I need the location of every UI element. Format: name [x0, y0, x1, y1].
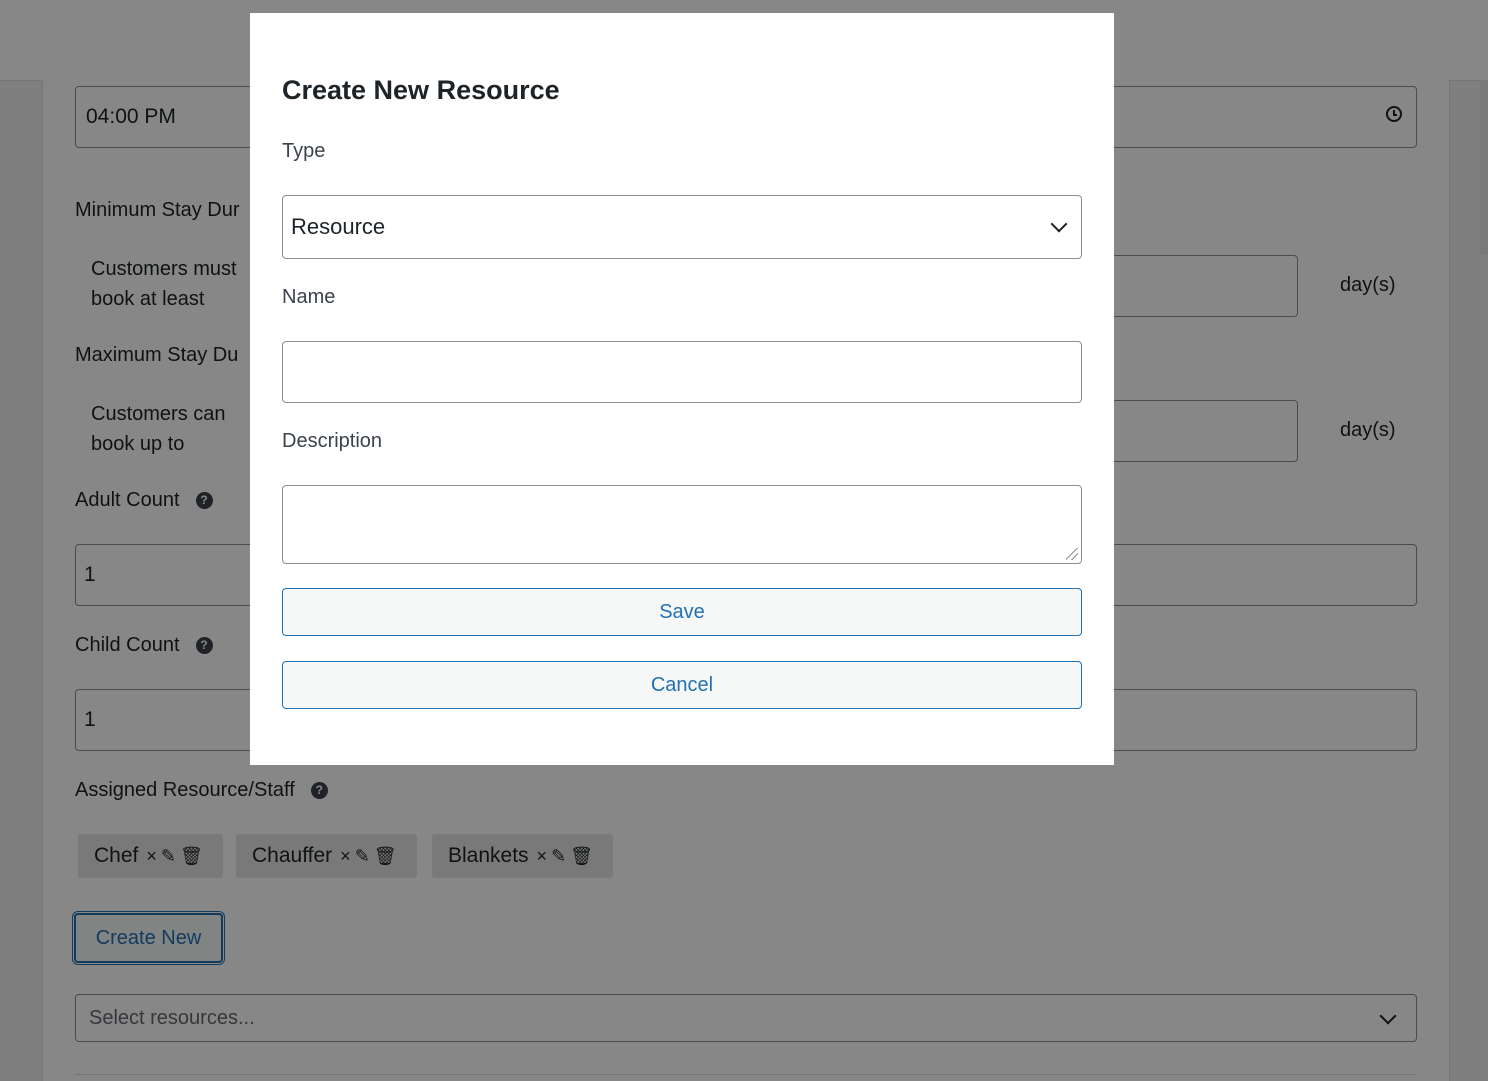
- name-label: Name: [282, 286, 336, 308]
- name-input[interactable]: [282, 341, 1082, 403]
- save-button[interactable]: Save: [282, 588, 1082, 636]
- type-select[interactable]: Resource: [282, 195, 1082, 259]
- resize-handle-icon[interactable]: [1066, 548, 1078, 560]
- cancel-button[interactable]: Cancel: [282, 661, 1082, 709]
- type-select-value: Resource: [291, 214, 386, 239]
- chevron-down-icon: [1050, 215, 1068, 233]
- description-label: Description: [282, 430, 383, 452]
- create-resource-modal: Create New Resource Type Resource Name D…: [250, 13, 1114, 765]
- type-label: Type: [282, 140, 326, 162]
- modal-title: Create New Resource: [282, 75, 560, 105]
- description-textarea[interactable]: [282, 485, 1082, 564]
